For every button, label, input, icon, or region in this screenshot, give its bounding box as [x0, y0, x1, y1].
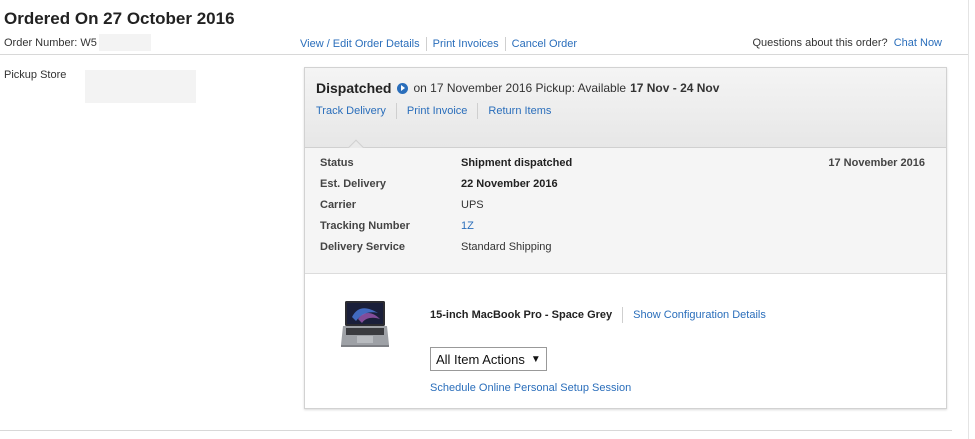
help-question: Questions about this order? — [752, 37, 888, 49]
shipment-status-line: Dispatched on 17 November 2016 Pickup: A… — [316, 80, 719, 96]
order-number-redacted — [98, 34, 151, 51]
show-configuration-link[interactable]: Show Configuration Details — [633, 309, 766, 321]
play-circle-icon[interactable] — [397, 82, 409, 94]
order-actions: View / Edit Order Details Print Invoices… — [300, 37, 577, 51]
shipment-actions: Track Delivery Print Invoice Return Item… — [316, 103, 551, 119]
order-number-label: Order Number: W5 — [4, 36, 97, 49]
order-title: Ordered On 27 October 2016 — [4, 9, 235, 28]
divider — [477, 103, 479, 119]
item-actions-select[interactable]: All Item Actions ▼ — [430, 347, 547, 371]
pickup-store-label: Pickup Store — [4, 69, 67, 81]
macbook-pro-image — [341, 301, 389, 347]
detail-row-tracking: Tracking Number 1Z — [320, 220, 474, 232]
help-prompt: Questions about this order? Chat Now — [753, 37, 943, 49]
divider — [504, 37, 506, 51]
detail-row-delivery-service: Delivery Service Standard Shipping — [320, 241, 552, 253]
detail-label: Carrier — [320, 199, 357, 211]
shipment-header: Dispatched on 17 November 2016 Pickup: A… — [305, 68, 946, 148]
shipment-dispatch-text: on 17 November 2016 Pickup: Available — [413, 81, 627, 95]
detail-label: Est. Delivery — [320, 178, 387, 190]
item-actions-value: All Item Actions — [436, 351, 525, 367]
divider — [395, 103, 397, 119]
detail-row-status: Status Shipment dispatched — [320, 157, 572, 169]
order-number: Order Number: W5 — [4, 34, 151, 51]
divider — [0, 430, 952, 431]
shipment-card: Dispatched on 17 November 2016 Pickup: A… — [304, 67, 947, 409]
detail-label: Status — [320, 157, 354, 169]
detail-value: UPS — [461, 199, 484, 211]
status-date: 17 November 2016 — [828, 157, 925, 169]
divider — [622, 307, 624, 323]
product-line: 15-inch MacBook Pro - Space Grey Show Co… — [430, 307, 766, 323]
schedule-setup-link[interactable]: Schedule Online Personal Setup Session — [430, 382, 631, 394]
detail-row-carrier: Carrier UPS — [320, 199, 484, 211]
detail-label: Tracking Number — [320, 220, 410, 232]
detail-row-est-delivery: Est. Delivery 22 November 2016 — [320, 178, 558, 190]
caret-down-icon: ▼ — [530, 353, 541, 365]
detail-value: Shipment dispatched — [461, 157, 573, 169]
pickup-store-redacted — [85, 70, 196, 103]
detail-value: Standard Shipping — [461, 241, 552, 253]
product-item: 15-inch MacBook Pro - Space Grey Show Co… — [305, 274, 946, 408]
print-invoice-link[interactable]: Print Invoice — [407, 105, 468, 117]
return-items-link[interactable]: Return Items — [488, 105, 551, 117]
detail-label: Delivery Service — [320, 241, 406, 253]
print-invoices-link[interactable]: Print Invoices — [433, 38, 499, 50]
divider — [0, 54, 968, 55]
chat-now-link[interactable]: Chat Now — [894, 37, 942, 49]
tracking-number-link[interactable]: 1Z — [461, 220, 474, 232]
shipment-details: Status Shipment dispatched 17 November 2… — [305, 148, 946, 274]
product-name: 15-inch MacBook Pro - Space Grey — [430, 309, 613, 321]
detail-value: 22 November 2016 — [461, 178, 558, 190]
divider — [425, 37, 427, 51]
divider — [968, 0, 969, 439]
pickup-range: 17 Nov - 24 Nov — [630, 81, 720, 95]
cancel-order-link[interactable]: Cancel Order — [512, 38, 577, 50]
view-edit-order-link[interactable]: View / Edit Order Details — [300, 38, 420, 50]
shipment-status-title: Dispatched — [316, 80, 392, 96]
track-delivery-link[interactable]: Track Delivery — [316, 105, 386, 117]
